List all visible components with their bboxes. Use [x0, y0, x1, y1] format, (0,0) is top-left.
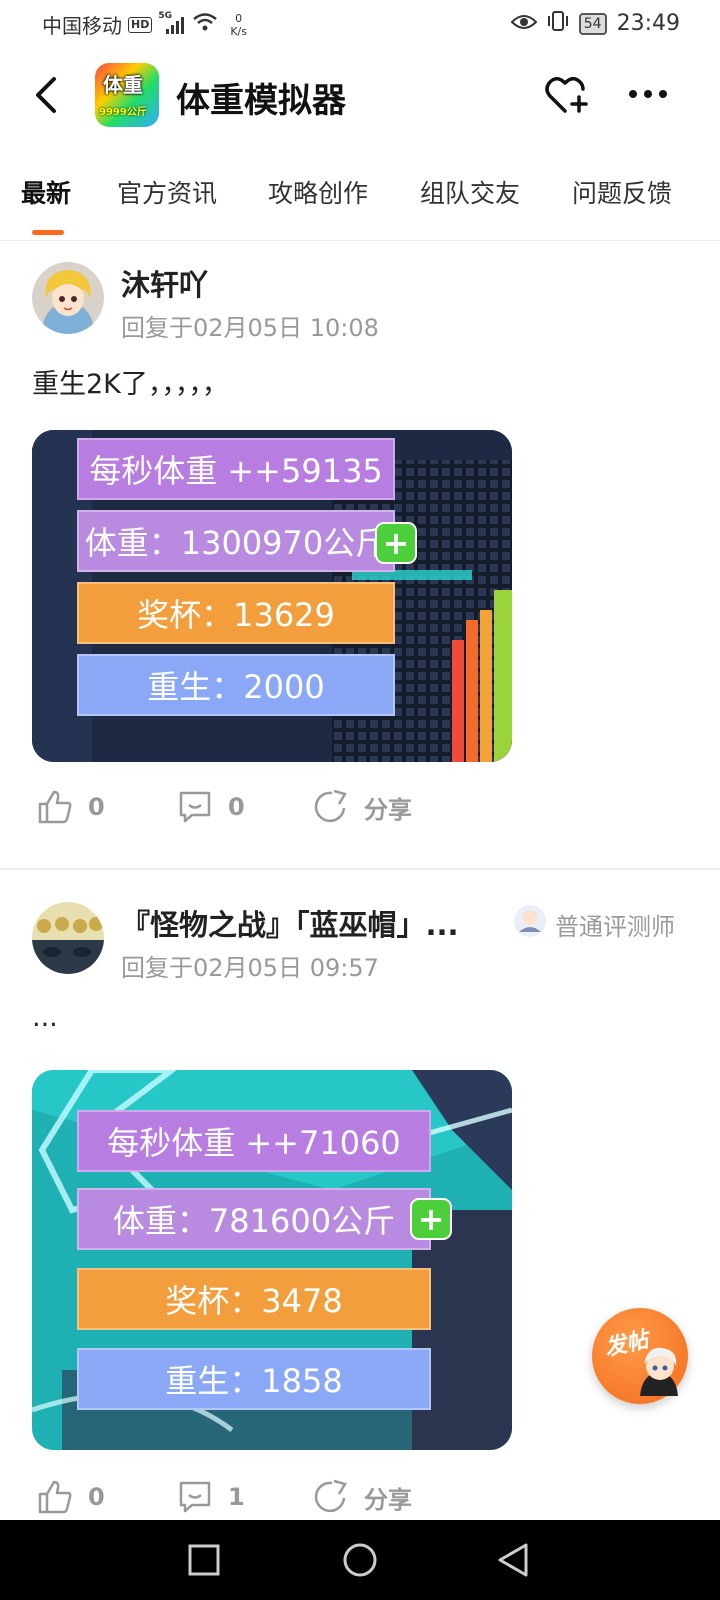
plus-icon: + — [375, 522, 417, 564]
like-button[interactable]: 0 — [36, 1478, 105, 1516]
battery-indicator: 54 — [578, 12, 607, 35]
reviewer-badge: 普通评测师 — [513, 904, 675, 944]
network-speed: 0 K/s — [230, 12, 247, 38]
vibrate-icon — [547, 10, 569, 37]
more-dots-icon — [629, 90, 667, 98]
badge-avatar-icon — [513, 904, 547, 944]
like-count: 0 — [88, 1483, 105, 1511]
stat-trophy: 奖杯：13629 — [77, 582, 395, 644]
app-icon-subtext: 9999公斤 — [99, 107, 147, 118]
comment-button[interactable]: 0 — [176, 788, 245, 826]
network-type: 5G — [158, 10, 172, 21]
post-timestamp: 回复于02月05日 10:08 — [121, 314, 379, 342]
username[interactable]: 沐轩吖 — [121, 262, 208, 304]
post-image[interactable]: 每秒体重 ++59135 体重：1300970公斤 + 奖杯：13629 重生：… — [32, 430, 512, 762]
post-actions: 0 0 分享 — [32, 788, 632, 838]
thumbs-up-icon — [38, 1480, 72, 1514]
comment-count: 1 — [228, 1483, 245, 1511]
like-count: 0 — [88, 793, 105, 821]
stat-rebirth: 重生：2000 — [77, 654, 395, 716]
badge-label: 普通评测师 — [555, 912, 675, 941]
share-label: 分享 — [364, 1485, 412, 1514]
stat-per-second: 每秒体重 ++71060 — [77, 1110, 431, 1172]
app-icon-text: 体重 — [103, 73, 143, 97]
back-button[interactable] — [30, 75, 64, 119]
stat-trophy: 奖杯：3478 — [77, 1268, 431, 1330]
stat-weight: 体重：1300970公斤 — [77, 510, 395, 572]
tab-team-up[interactable]: 组队交友 — [420, 174, 520, 210]
stat-per-second: 每秒体重 ++59135 — [77, 438, 395, 500]
avatar[interactable] — [32, 262, 104, 334]
triangle-back-icon — [498, 1543, 528, 1577]
share-icon — [314, 789, 347, 823]
stat-weight: 体重：781600公斤 — [77, 1188, 431, 1250]
tab-feedback[interactable]: 问题反馈 — [572, 174, 672, 210]
square-icon — [188, 1544, 220, 1576]
comment-count: 0 — [228, 793, 245, 821]
page-title: 体重模拟器 — [176, 81, 346, 121]
back-nav-button[interactable] — [496, 1542, 530, 1582]
share-icon — [314, 1479, 347, 1513]
speed-value: 0 — [235, 11, 243, 25]
speed-unit: K/s — [230, 24, 247, 38]
top-app-bar: 体重 9999公斤 体重模拟器 — [0, 55, 720, 135]
comment-icon — [179, 791, 211, 823]
signal-icon: 5G — [158, 11, 186, 35]
app-icon: 体重 9999公斤 — [95, 63, 159, 127]
heart-plus-icon — [545, 77, 588, 113]
back-arrow-icon — [36, 77, 56, 113]
eye-comfort-icon — [510, 12, 538, 36]
comment-button[interactable]: 1 — [176, 1478, 245, 1516]
hd-badge: HD — [128, 16, 153, 33]
recent-apps-button[interactable] — [188, 1544, 220, 1580]
mascot-icon — [636, 1344, 682, 1400]
comment-icon — [179, 1481, 211, 1513]
clock: 23:49 — [616, 11, 680, 36]
post-content: 重生2K了，，，，， — [32, 369, 229, 400]
avatar[interactable] — [32, 902, 104, 974]
circle-icon — [343, 1543, 377, 1577]
thumbs-up-icon — [38, 790, 72, 824]
like-button[interactable]: 0 — [36, 788, 105, 826]
plus-icon: + — [410, 1198, 452, 1240]
tab-official-news[interactable]: 官方资讯 — [117, 174, 217, 210]
post-image[interactable]: 每秒体重 ++71060 体重：781600公斤 + 奖杯：3478 重生：18… — [32, 1070, 512, 1450]
follow-button[interactable] — [545, 75, 589, 119]
tab-latest[interactable]: 最新 — [21, 174, 71, 210]
category-tabs: 最新 官方资讯 攻略创作 组队交友 问题反馈 — [0, 170, 720, 241]
wifi-icon — [192, 12, 218, 37]
carrier-label: 中国移动 — [42, 14, 122, 38]
new-post-button[interactable]: 发帖 — [592, 1308, 688, 1404]
status-bar: 中国移动 HD 5G 0 K/s 54 23:49 — [0, 0, 720, 50]
share-button[interactable]: 分享 — [312, 788, 412, 826]
stat-rebirth: 重生：1858 — [77, 1348, 431, 1410]
share-button[interactable]: 分享 — [312, 1478, 412, 1516]
home-button[interactable] — [342, 1542, 378, 1582]
post-content: ... — [32, 1002, 58, 1033]
system-nav-bar — [0, 1520, 720, 1600]
post-timestamp: 回复于02月05日 09:57 — [121, 954, 379, 982]
tab-guides[interactable]: 攻略创作 — [268, 174, 368, 210]
post-divider — [0, 868, 720, 870]
username[interactable]: 『怪物之战』「蓝巫帽」... — [121, 902, 459, 944]
share-label: 分享 — [364, 795, 412, 824]
active-tab-indicator — [32, 230, 64, 235]
more-options-button[interactable] — [628, 85, 668, 104]
